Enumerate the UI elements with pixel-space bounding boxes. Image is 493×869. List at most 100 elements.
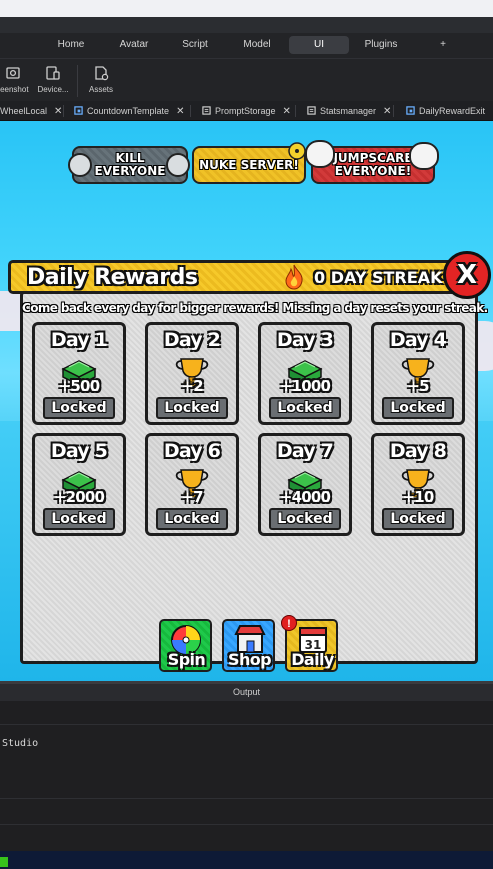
day-title: Day 4 bbox=[389, 329, 447, 351]
tab-avatar[interactable]: Avatar bbox=[112, 36, 156, 54]
assets-tool[interactable]: Assets bbox=[78, 65, 124, 94]
output-line: Studio bbox=[2, 738, 39, 749]
file-tab-label: CountdownTemplate bbox=[87, 106, 170, 116]
reward-amount: +500 bbox=[58, 377, 100, 395]
day-card[interactable]: Day 8 +10 Locked bbox=[371, 433, 465, 536]
spin-label: Spin bbox=[167, 650, 206, 669]
file-tab-promptstorage[interactable]: PromptStorage ✕ bbox=[200, 101, 291, 121]
daily-label: Daily bbox=[291, 650, 334, 669]
day-card[interactable]: Day 5 +2000 Locked bbox=[32, 433, 126, 536]
app-icon[interactable] bbox=[0, 857, 8, 867]
day-title: Day 5 bbox=[50, 440, 108, 462]
shop-button[interactable]: Shop bbox=[222, 619, 275, 672]
output-divider bbox=[0, 724, 493, 725]
reward-amount: +7 bbox=[181, 488, 203, 506]
day-title: Day 7 bbox=[276, 440, 334, 462]
screenshot-label: reenshot bbox=[0, 85, 29, 94]
file-tab-label: Statsmanager bbox=[320, 106, 377, 116]
close-tab-icon[interactable]: ✕ bbox=[54, 106, 62, 117]
day-card[interactable]: Day 1 +500 Locked bbox=[32, 322, 126, 425]
close-tab-icon[interactable]: ✕ bbox=[176, 106, 184, 117]
reward-amount: +1000 bbox=[279, 377, 331, 395]
tab-home[interactable]: Home bbox=[51, 36, 91, 54]
output-panel: Studio bbox=[0, 701, 493, 851]
daily-button[interactable]: 31 ! Daily bbox=[281, 615, 338, 672]
day-title: Day 6 bbox=[163, 440, 221, 462]
claim-status-button[interactable]: Locked bbox=[156, 397, 228, 419]
browser-strip bbox=[0, 0, 493, 17]
tab-model[interactable]: Model bbox=[236, 36, 278, 54]
claim-status-button[interactable]: Locked bbox=[269, 508, 341, 530]
reward-amount: +10 bbox=[402, 488, 434, 506]
claim-status-button[interactable]: Locked bbox=[382, 397, 454, 419]
notification-badge: ! bbox=[281, 615, 297, 631]
game-viewport[interactable]: KILL EVERYONE NUKE SERVER! JUMPSCARE EVE… bbox=[0, 121, 493, 681]
output-panel-title: Output bbox=[0, 684, 493, 701]
add-tab-button[interactable]: + bbox=[432, 36, 454, 54]
close-tab-icon[interactable]: ✕ bbox=[283, 106, 291, 117]
day-card[interactable]: Day 4 +5 Locked bbox=[371, 322, 465, 425]
device-icon bbox=[46, 66, 60, 80]
radiation-icon bbox=[288, 142, 306, 160]
file-tab-countdowntemplate[interactable]: CountdownTemplate ✕ bbox=[72, 101, 184, 121]
script-icon bbox=[202, 106, 211, 115]
skull-icon bbox=[68, 153, 92, 177]
script-icon bbox=[307, 106, 316, 115]
device-label: Device... bbox=[37, 85, 69, 94]
claim-status-button[interactable]: Locked bbox=[43, 397, 115, 419]
file-tab-label: PromptStorage bbox=[215, 106, 276, 116]
day-card[interactable]: Day 2 +2 Locked bbox=[145, 322, 239, 425]
toolbar: reenshot Device... Assets bbox=[0, 58, 493, 101]
tab-separator bbox=[190, 105, 191, 117]
skull-icon bbox=[166, 153, 190, 177]
day-card[interactable]: Day 7 +4000 Locked bbox=[258, 433, 352, 536]
jumpscare-everyone-button[interactable]: JUMPSCARE EVERYONE! bbox=[305, 140, 439, 184]
close-tab-icon[interactable]: ✕ bbox=[383, 106, 391, 117]
output-divider bbox=[0, 798, 493, 799]
claim-status-button[interactable]: Locked bbox=[382, 508, 454, 530]
fire-icon bbox=[285, 264, 303, 290]
reward-amount: +5 bbox=[407, 377, 429, 395]
day-card[interactable]: Day 3 +1000 Locked bbox=[258, 322, 352, 425]
spin-button[interactable]: Spin bbox=[159, 619, 212, 672]
claim-status-button[interactable]: Locked bbox=[156, 508, 228, 530]
reward-amount: +4000 bbox=[279, 488, 331, 506]
tab-separator bbox=[393, 105, 394, 117]
taskbar bbox=[0, 851, 493, 869]
panel-title: Daily Rewards bbox=[27, 265, 198, 290]
day-title: Day 2 bbox=[163, 329, 221, 351]
file-tab-label: WheelLocal bbox=[0, 106, 48, 116]
kill-everyone-button[interactable]: KILL EVERYONE bbox=[68, 146, 190, 184]
tab-script[interactable]: Script bbox=[175, 36, 215, 54]
tab-separator bbox=[63, 105, 64, 117]
panel-subtitle: Come back every day for bigger rewards! … bbox=[22, 301, 488, 315]
tab-plugins[interactable]: Plugins bbox=[360, 36, 402, 54]
tab-separator bbox=[295, 105, 296, 117]
menu-bar bbox=[0, 17, 493, 33]
shop-label: Shop bbox=[228, 650, 272, 669]
kill-everyone-label: KILL EVERYONE bbox=[94, 151, 166, 178]
file-tab-label: DailyRewardExit bbox=[419, 106, 486, 116]
nuke-server-button[interactable]: NUKE SERVER! bbox=[192, 142, 306, 184]
panel-header: Daily Rewards 0 DAY STREAK bbox=[8, 260, 470, 294]
close-button[interactable]: X bbox=[443, 251, 491, 299]
reward-amount: +2 bbox=[181, 377, 203, 395]
tab-ui[interactable]: UI bbox=[289, 36, 349, 54]
nuke-server-label: NUKE SERVER! bbox=[199, 157, 299, 172]
claim-status-button[interactable]: Locked bbox=[269, 397, 341, 419]
day-title: Day 8 bbox=[389, 440, 447, 462]
file-tab-statsmanager[interactable]: Statsmanager ✕ bbox=[305, 101, 391, 121]
troll-face-icon bbox=[305, 140, 335, 168]
screenshot-icon bbox=[6, 67, 20, 79]
claim-status-button[interactable]: Locked bbox=[43, 508, 115, 530]
module-script-icon bbox=[406, 106, 415, 115]
device-tool[interactable]: Device... bbox=[30, 65, 76, 94]
day-title: Day 3 bbox=[276, 329, 334, 351]
troll-face-icon bbox=[409, 142, 439, 170]
assets-icon bbox=[95, 66, 109, 81]
file-tab-dailyrewardexit[interactable]: DailyRewardExit✕ bbox=[404, 101, 493, 121]
day-card[interactable]: Day 6 +7 Locked bbox=[145, 433, 239, 536]
module-script-icon bbox=[74, 106, 83, 115]
file-tab-wheellocal[interactable]: WheelLocal ✕ bbox=[0, 101, 62, 121]
ribbon-tabs: Home Avatar Script Model UI Plugins + bbox=[0, 33, 493, 58]
